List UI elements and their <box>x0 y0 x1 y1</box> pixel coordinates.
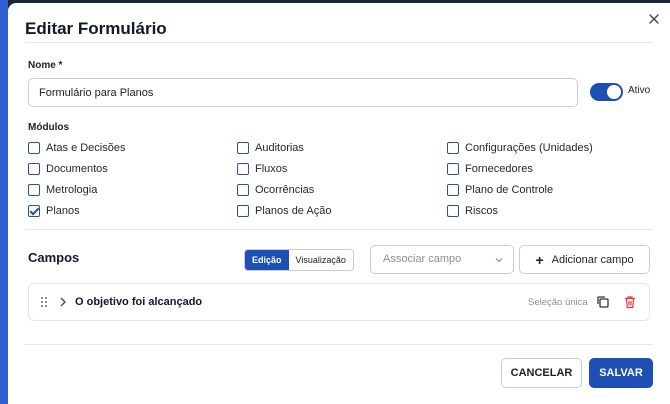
associate-field-select[interactable]: Associar campo <box>370 245 514 274</box>
checkbox-icon <box>28 184 40 196</box>
checkbox-checked-icon <box>28 205 40 217</box>
checkbox-icon <box>447 205 459 217</box>
plus-icon: + <box>535 251 544 268</box>
checkbox-icon <box>447 184 459 196</box>
module-checkbox-fluxos[interactable]: Fluxos <box>237 162 287 176</box>
name-input[interactable] <box>28 78 578 107</box>
module-label: Ocorrências <box>255 184 315 196</box>
checkbox-icon <box>447 163 459 175</box>
module-checkbox-planos[interactable]: Planos <box>28 204 80 218</box>
toggle-knob <box>607 85 621 99</box>
module-label: Planos <box>46 205 80 217</box>
checkbox-icon <box>28 163 40 175</box>
name-label: Nome * <box>28 60 63 71</box>
modules-label: Módulos <box>28 122 70 133</box>
module-checkbox-auditorias[interactable]: Auditorias <box>237 141 304 155</box>
footer-divider <box>25 344 653 345</box>
field-type: Seleção única <box>528 297 588 308</box>
module-label: Fornecedores <box>465 163 533 175</box>
module-checkbox-planos-de-acao[interactable]: Planos de Ação <box>237 204 331 218</box>
checkbox-icon <box>237 184 249 196</box>
module-checkbox-fornecedores[interactable]: Fornecedores <box>447 162 533 176</box>
preview-mode-tab[interactable]: Visualização <box>288 250 353 270</box>
module-checkbox-plano-de-controle[interactable]: Plano de Controle <box>447 183 553 197</box>
module-checkbox-documentos[interactable]: Documentos <box>28 162 108 176</box>
module-checkbox-ocorrencias[interactable]: Ocorrências <box>237 183 314 197</box>
chevron-down-icon <box>495 258 503 263</box>
associate-field-placeholder: Associar campo <box>383 253 462 265</box>
module-label: Configurações (Unidades) <box>465 142 593 154</box>
active-toggle[interactable] <box>590 83 623 101</box>
add-field-label: Adicionar campo <box>551 253 634 266</box>
module-label: Riscos <box>465 205 499 217</box>
modules-divider <box>25 229 653 230</box>
active-toggle-label: Ativo <box>628 85 651 96</box>
module-label: Atas e Decisões <box>46 142 126 154</box>
module-label: Fluxos <box>255 163 288 175</box>
close-icon[interactable] <box>646 11 662 27</box>
module-label: Documentos <box>46 163 108 175</box>
fields-title: Campos <box>28 250 80 265</box>
module-checkbox-configuracoes[interactable]: Configurações (Unidades) <box>447 141 593 155</box>
module-checkbox-riscos[interactable]: Riscos <box>447 204 498 218</box>
checkbox-icon <box>237 163 249 175</box>
module-label: Plano de Controle <box>465 184 554 196</box>
header-divider <box>25 42 653 43</box>
save-button[interactable]: SALVAR <box>589 358 653 388</box>
field-item: O objetivo foi alcançado Seleção única <box>28 283 650 321</box>
checkbox-icon <box>28 142 40 154</box>
drag-handle-icon[interactable] <box>40 296 48 308</box>
background-app-strip <box>0 0 8 404</box>
edit-mode-tab[interactable]: Edição <box>245 250 289 270</box>
add-field-button[interactable]: + Adicionar campo <box>519 245 650 274</box>
module-checkbox-atas[interactable]: Atas e Decisões <box>28 141 125 155</box>
module-label: Auditorias <box>255 142 304 154</box>
cancel-button[interactable]: CANCELAR <box>501 358 582 388</box>
copy-icon[interactable] <box>596 295 610 309</box>
view-mode-toggle: Edição Visualização <box>244 249 354 271</box>
module-label: Metrologia <box>46 184 98 196</box>
module-checkbox-metrologia[interactable]: Metrologia <box>28 183 97 197</box>
module-label: Planos de Ação <box>255 205 332 217</box>
edit-form-dialog: Editar Formulário Nome * Ativo Módulos A… <box>8 3 670 404</box>
dialog-title: Editar Formulário <box>25 19 167 38</box>
field-name: O objetivo foi alcançado <box>75 296 203 308</box>
trash-icon[interactable] <box>623 295 637 309</box>
checkbox-icon <box>237 142 249 154</box>
chevron-right-icon[interactable] <box>59 297 67 307</box>
checkbox-icon <box>237 205 249 217</box>
checkbox-icon <box>447 142 459 154</box>
